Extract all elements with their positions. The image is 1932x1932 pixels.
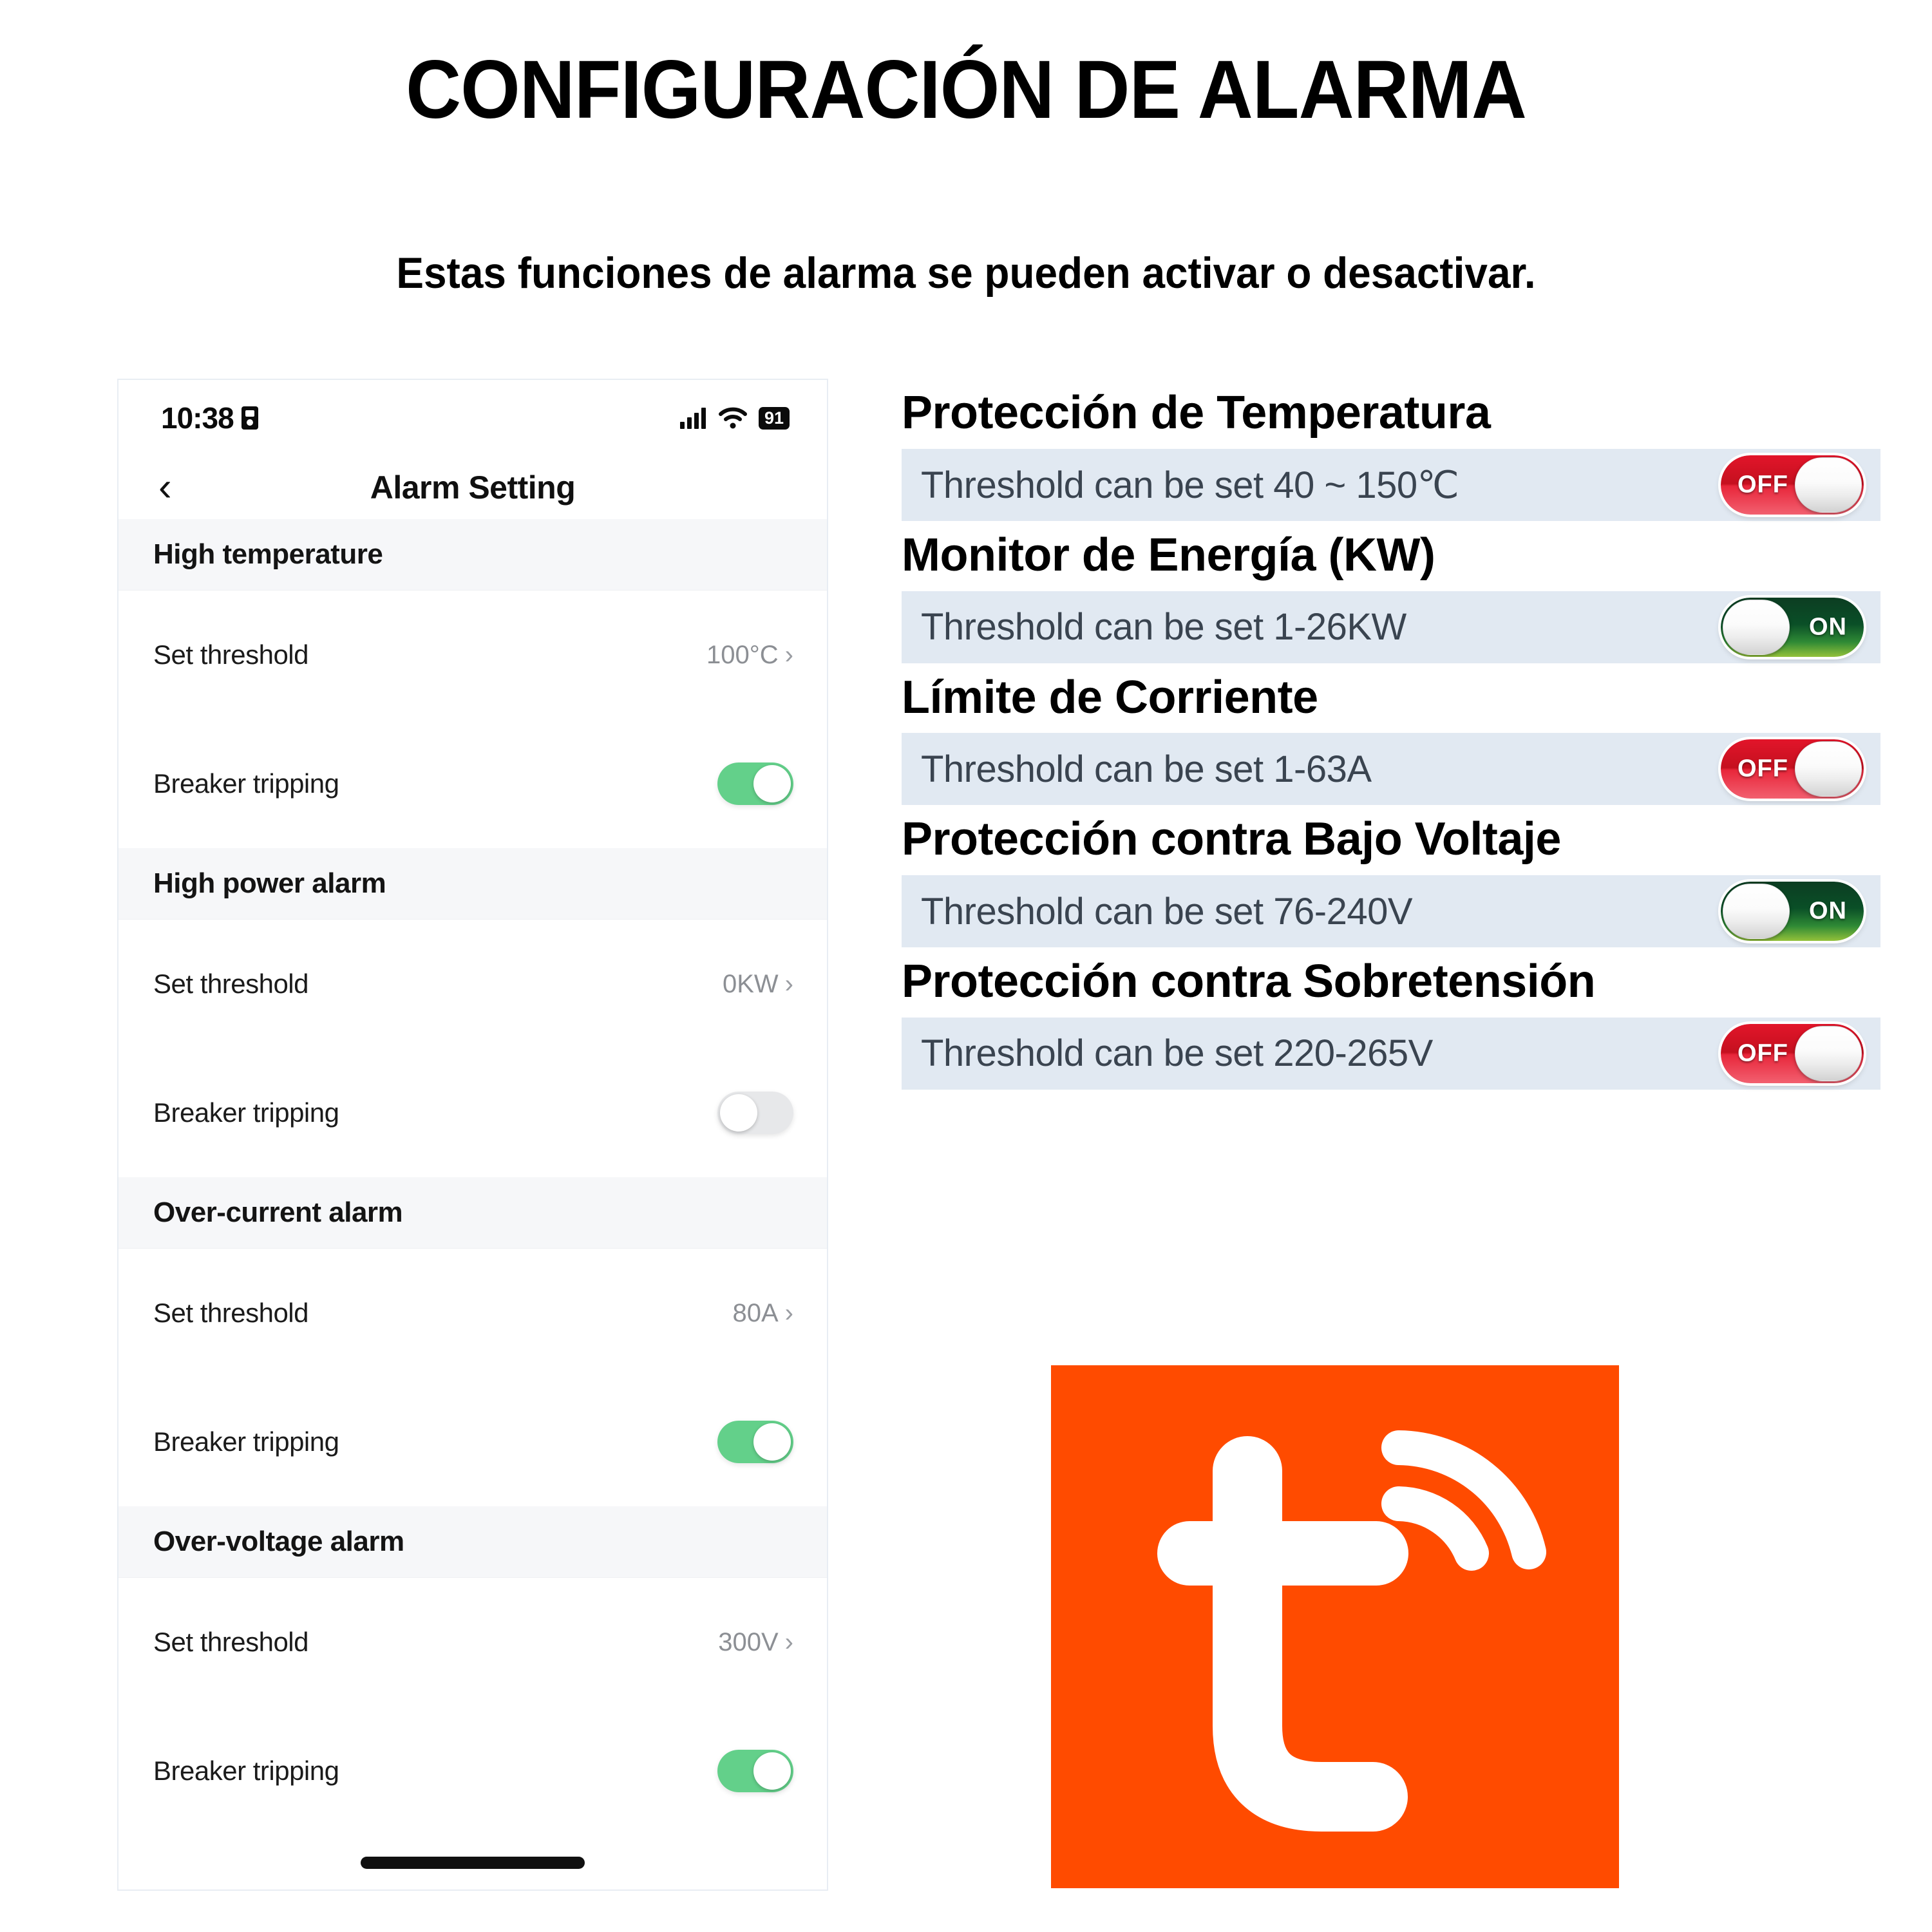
row-label: Set threshold xyxy=(153,1627,309,1657)
threshold-band: Threshold can be set 1-63A OFF xyxy=(902,733,1880,806)
toggle-knob xyxy=(753,1752,791,1790)
threshold-band: Threshold can be set 1-26KW ON xyxy=(902,591,1880,663)
row-label: Set threshold xyxy=(153,639,309,670)
switch-knob xyxy=(1723,599,1790,655)
row-label: Breaker tripping xyxy=(153,1426,339,1457)
chevron-right-icon: › xyxy=(784,969,793,998)
navigation-bar: ‹ Alarm Setting xyxy=(118,456,827,519)
row-label: Breaker tripping xyxy=(153,1097,339,1128)
feature-title: Protección de Temperatura xyxy=(902,387,1491,439)
threshold-band: Threshold can be set 40 ~ 150℃ OFF xyxy=(902,448,1880,521)
switch-label: OFF xyxy=(1738,1039,1788,1067)
row-value: 80A › xyxy=(733,1299,794,1328)
row-value: 100°C › xyxy=(706,641,793,670)
row-label: Set threshold xyxy=(153,1298,308,1328)
chevron-right-icon: › xyxy=(784,640,793,669)
feature-toggle-switch[interactable]: OFF xyxy=(1721,739,1864,799)
feature-toggle-switch[interactable]: OFF xyxy=(1721,1023,1864,1083)
section-header-high-power-alarm: High power alarm xyxy=(118,848,827,920)
feature-title: Monitor de Energía (KW) xyxy=(902,529,1435,581)
feature-toggle-switch[interactable]: OFF xyxy=(1721,455,1864,515)
section-header-over-voltage-alarm: Over-voltage alarm xyxy=(118,1506,827,1578)
feature-temperature-protection: Protección de Temperatura Threshold can … xyxy=(902,386,1880,521)
switch-knob xyxy=(1795,1025,1862,1081)
threshold-text: Threshold can be set 1-26KW xyxy=(921,606,1406,649)
switch-label: OFF xyxy=(1738,755,1788,782)
threshold-text: Threshold can be set 76-240V xyxy=(921,890,1413,933)
feature-title: Protección contra Bajo Voltaje xyxy=(902,813,1561,866)
switch-label: OFF xyxy=(1738,471,1788,498)
switch-knob xyxy=(1795,457,1862,513)
toggle-knob xyxy=(753,765,791,802)
row-set-threshold[interactable]: Set threshold 300V › xyxy=(118,1578,827,1707)
feature-under-voltage-protection: Protección contra Bajo Voltaje Threshold… xyxy=(902,813,1880,948)
threshold-value: 300V xyxy=(718,1627,779,1656)
feature-title: Límite de Corriente xyxy=(902,671,1318,723)
home-indicator xyxy=(361,1857,585,1869)
id-card-icon xyxy=(241,406,258,430)
row-label: Breaker tripping xyxy=(153,1756,339,1786)
feature-over-voltage-protection: Protección contra Sobretensión Threshold… xyxy=(902,955,1880,1090)
cellular-signal-icon xyxy=(679,407,706,429)
row-label: Set threshold xyxy=(153,969,308,999)
toggle-knob xyxy=(720,1094,757,1132)
breaker-tripping-toggle[interactable] xyxy=(717,1750,793,1792)
switch-label: ON xyxy=(1809,613,1847,641)
row-breaker-tripping: Breaker tripping xyxy=(118,1378,827,1506)
status-bar-time: 10:38 xyxy=(161,401,234,435)
chevron-left-icon[interactable]: ‹ xyxy=(158,468,172,507)
switch-knob xyxy=(1723,884,1790,940)
screen-title: Alarm Setting xyxy=(370,469,576,506)
feature-energy-monitor: Monitor de Energía (KW) Threshold can be… xyxy=(902,529,1880,663)
feature-current-limit: Límite de Corriente Threshold can be set… xyxy=(902,671,1880,806)
feature-toggle-switch[interactable]: ON xyxy=(1721,597,1864,657)
page-subtitle: Estas funciones de alarma se pueden acti… xyxy=(396,249,1536,298)
tuya-logo xyxy=(1051,1365,1619,1888)
feature-toggle-switch[interactable]: ON xyxy=(1721,882,1864,942)
threshold-value: 0KW xyxy=(722,969,779,998)
battery-indicator: 91 xyxy=(758,406,790,430)
switch-label: ON xyxy=(1809,897,1847,925)
threshold-value: 100°C xyxy=(706,640,779,669)
breaker-tripping-toggle[interactable] xyxy=(717,762,793,805)
threshold-band: Threshold can be set 76-240V ON xyxy=(902,875,1880,948)
row-value: 300V › xyxy=(718,1628,793,1657)
threshold-text: Threshold can be set 220-265V xyxy=(921,1032,1433,1075)
threshold-text: Threshold can be set 1-63A xyxy=(921,748,1372,790)
section-header-high-temperature: High temperature xyxy=(118,519,827,591)
row-breaker-tripping: Breaker tripping xyxy=(118,1048,827,1177)
page-title: CONFIGURACIÓN DE ALARMA xyxy=(406,44,1527,136)
row-value: 0KW › xyxy=(723,970,793,999)
switch-knob xyxy=(1795,741,1862,797)
feature-title: Protección contra Sobretensión xyxy=(902,956,1596,1008)
chevron-right-icon: › xyxy=(784,1627,793,1656)
threshold-band: Threshold can be set 220-265V OFF xyxy=(902,1017,1880,1090)
row-set-threshold[interactable]: Set threshold 100°C › xyxy=(118,591,827,719)
row-set-threshold[interactable]: Set threshold 80A › xyxy=(118,1249,827,1378)
row-set-threshold[interactable]: Set threshold 0KW › xyxy=(118,920,827,1048)
row-label: Breaker tripping xyxy=(153,768,339,799)
breaker-tripping-toggle[interactable] xyxy=(717,1421,793,1463)
feature-list: Protección de Temperatura Threshold can … xyxy=(902,386,1880,1097)
threshold-text: Threshold can be set 40 ~ 150℃ xyxy=(921,464,1459,506)
wifi-icon xyxy=(718,407,747,429)
phone-screenshot: 10:38 91 ‹ Alarm Setting High temperatur… xyxy=(117,379,828,1891)
status-bar: 10:38 91 xyxy=(118,380,827,456)
chevron-right-icon: › xyxy=(784,1298,793,1327)
threshold-value: 80A xyxy=(732,1298,779,1327)
toggle-knob xyxy=(753,1423,791,1461)
row-breaker-tripping: Breaker tripping xyxy=(118,1707,827,1835)
row-breaker-tripping: Breaker tripping xyxy=(118,719,827,848)
section-header-over-current-alarm: Over-current alarm xyxy=(118,1177,827,1249)
breaker-tripping-toggle[interactable] xyxy=(717,1092,793,1134)
